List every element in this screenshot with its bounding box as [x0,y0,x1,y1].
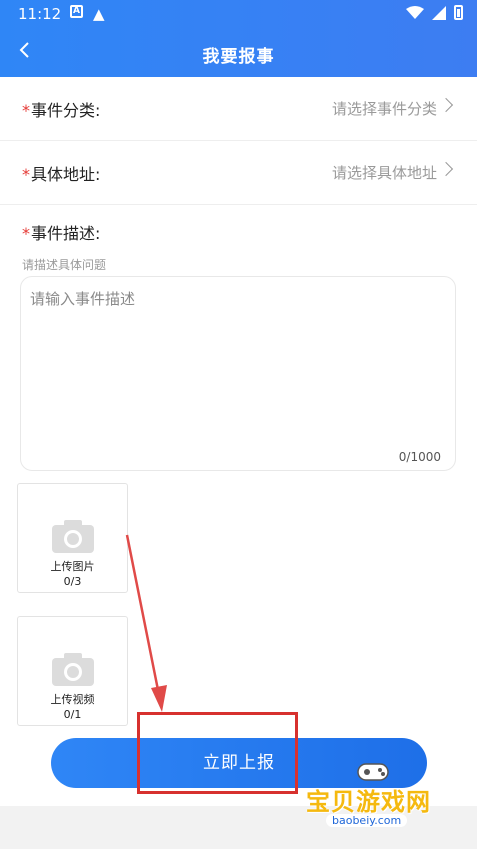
required-mark: * [22,101,30,120]
upload-image-label: 上传图片 [50,560,95,573]
annotation-highlight-box [137,712,298,794]
description-hint: 请描述具体问题 [22,258,107,272]
category-label: *事件分类: [22,101,101,120]
system-icons [406,5,463,20]
description-placeholder: 请输入事件描述 [30,290,136,308]
a-icon: A [70,5,83,18]
upload-image-button[interactable]: 上传图片 0/3 [17,483,128,593]
character-counter: 0/1000 [398,450,441,464]
camera-icon [52,520,94,553]
upload-video-count: 0/1 [63,708,82,721]
camera-icon [52,653,94,686]
chevron-right-icon [438,161,454,177]
watermark-title: 宝贝游戏网 [306,788,431,816]
watermark-logo: 宝贝游戏网 baobeiy.com [300,760,450,840]
status-bar: 11:12 A ▲ [0,0,477,30]
upload-image-count: 0/3 [63,575,82,588]
required-mark: * [22,224,30,243]
page-title: 我要报事 [202,47,275,67]
description-label: *事件描述: [22,224,101,243]
address-label: *具体地址: [22,165,101,184]
required-mark: * [22,165,30,184]
category-select[interactable]: 请选择事件分类 [332,98,437,119]
wifi-icon [406,5,424,19]
upload-video-label: 上传视频 [50,693,95,706]
notification-icons: A ▲ [70,5,105,23]
description-textarea[interactable]: 请输入事件描述 0/1000 [20,276,456,471]
app-header: 11:12 A ▲ 我要报事 [0,0,477,77]
upload-video-button[interactable]: 上传视频 0/1 [17,616,128,726]
gamepad-icon [357,763,389,781]
battery-icon [454,5,463,20]
warning-icon: ▲ [93,5,105,23]
address-select[interactable]: 请选择具体地址 [332,162,437,183]
address-row[interactable]: *具体地址: 请选择具体地址 [0,141,477,205]
chevron-right-icon [438,97,454,113]
category-row[interactable]: *事件分类: 请选择事件分类 [0,77,477,141]
status-time: 11:12 [18,5,62,23]
watermark-url: baobeiy.com [326,814,408,827]
signal-icon [432,5,446,20]
